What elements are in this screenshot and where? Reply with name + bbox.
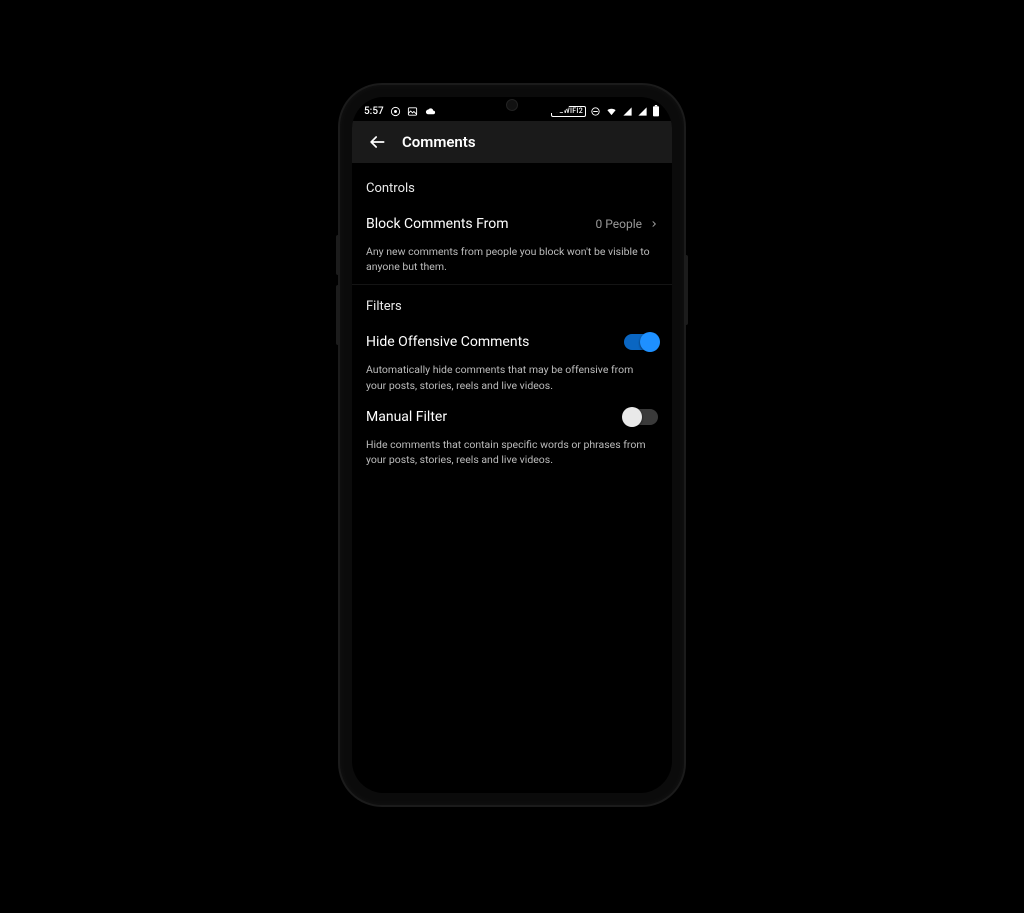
hide-offensive-desc: Automatically hide comments that may be … bbox=[366, 362, 658, 392]
phone-screen: 5:57 V2WIFI2 bbox=[352, 97, 672, 793]
section-title-controls: Controls bbox=[366, 181, 658, 196]
wifi-icon bbox=[605, 106, 618, 117]
hide-offensive-label: Hide Offensive Comments bbox=[366, 334, 529, 350]
front-camera-icon bbox=[506, 99, 518, 111]
page-title: Comments bbox=[402, 133, 476, 151]
app-header: Comments bbox=[352, 121, 672, 163]
signal-icon-2 bbox=[637, 106, 648, 117]
volume-down-button bbox=[336, 285, 340, 345]
manual-filter-desc: Hide comments that contain specific word… bbox=[366, 437, 658, 467]
chrome-icon bbox=[390, 106, 401, 117]
volume-up-button bbox=[336, 235, 340, 275]
section-title-filters: Filters bbox=[366, 299, 658, 314]
block-comments-row[interactable]: Block Comments From 0 People bbox=[366, 210, 658, 238]
divider bbox=[352, 284, 672, 285]
cloud-icon bbox=[424, 106, 437, 117]
settings-content: Controls Block Comments From 0 People An… bbox=[352, 163, 672, 467]
signal-icon bbox=[622, 106, 633, 117]
do-not-disturb-icon bbox=[590, 106, 601, 117]
phone-frame: 5:57 V2WIFI2 bbox=[340, 85, 684, 805]
hide-offensive-toggle[interactable] bbox=[624, 334, 658, 350]
manual-filter-label: Manual Filter bbox=[366, 409, 447, 425]
back-button[interactable] bbox=[366, 131, 388, 153]
block-comments-label: Block Comments From bbox=[366, 216, 509, 232]
manual-filter-toggle[interactable] bbox=[624, 409, 658, 425]
block-comments-desc: Any new comments from people you block w… bbox=[366, 244, 658, 274]
display-notch bbox=[452, 97, 572, 113]
status-time: 5:57 bbox=[364, 106, 384, 117]
block-comments-value: 0 People bbox=[596, 217, 642, 231]
hide-offensive-row: Hide Offensive Comments bbox=[366, 328, 658, 356]
manual-filter-row: Manual Filter bbox=[366, 403, 658, 431]
chevron-right-icon bbox=[650, 218, 658, 230]
arrow-left-icon bbox=[367, 132, 387, 152]
image-icon bbox=[407, 106, 418, 117]
power-button bbox=[684, 255, 688, 325]
battery-icon bbox=[652, 105, 660, 117]
